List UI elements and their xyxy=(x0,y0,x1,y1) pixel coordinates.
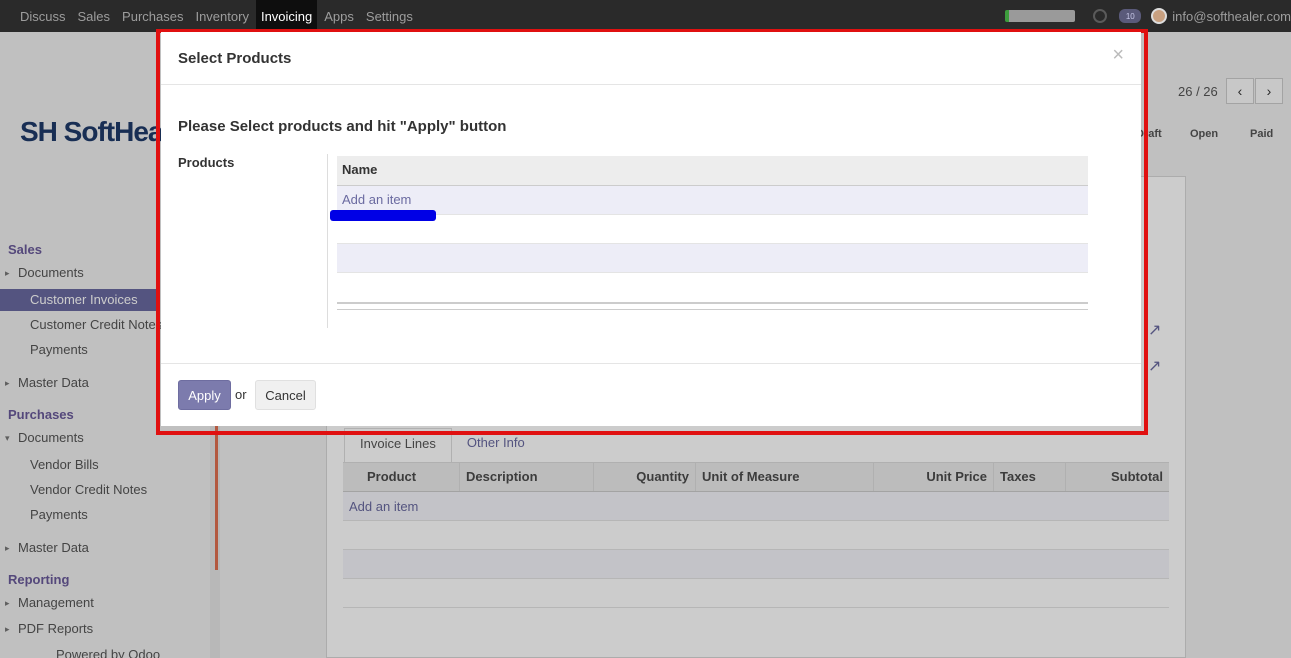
avatar[interactable] xyxy=(1151,8,1168,24)
apply-button[interactable]: Apply xyxy=(178,380,231,410)
add-item-link[interactable]: Add an item xyxy=(342,192,411,207)
messages-icon[interactable]: 10 xyxy=(1119,9,1142,23)
top-navbar: Discuss Sales Purchases Inventory Invoic… xyxy=(0,0,1291,32)
cancel-button[interactable]: Cancel xyxy=(255,380,316,410)
blue-underline-annotation xyxy=(330,210,436,221)
menu-inventory[interactable]: Inventory xyxy=(190,0,253,32)
menu-settings[interactable]: Settings xyxy=(361,0,418,32)
menu-purchases[interactable]: Purchases xyxy=(117,0,188,32)
messages-count: 10 xyxy=(1125,11,1135,21)
user-email[interactable]: info@softhealer.com xyxy=(1172,9,1291,24)
instruction-text: Please Select products and hit "Apply" b… xyxy=(178,118,507,135)
close-icon[interactable]: × xyxy=(1112,44,1124,67)
menu-invoicing[interactable]: Invoicing xyxy=(255,0,318,32)
activity-clock-icon[interactable] xyxy=(1093,9,1108,23)
modal-title: Select Products xyxy=(178,50,292,67)
modal-header: Select Products × xyxy=(161,32,1141,85)
select-products-dialog: Select Products × Please Select products… xyxy=(161,32,1141,426)
main-menu: Discuss Sales Purchases Inventory Invoic… xyxy=(0,0,420,32)
products-field-label: Products xyxy=(178,155,235,170)
menu-apps[interactable]: Apps xyxy=(319,0,359,32)
modal-footer: Apply or Cancel xyxy=(161,363,1141,426)
table-footer xyxy=(337,302,1088,310)
table-row xyxy=(337,244,1088,273)
products-table: Name Add an item xyxy=(337,156,1088,310)
column-name[interactable]: Name xyxy=(337,156,1088,186)
table-row xyxy=(337,273,1088,302)
field-divider xyxy=(327,154,328,328)
table-row xyxy=(337,215,1088,244)
menu-discuss[interactable]: Discuss xyxy=(15,0,71,32)
add-item-row: Add an item xyxy=(337,186,1088,215)
or-text: or xyxy=(235,387,247,402)
navbar-right: 10 info@softhealer.com xyxy=(1005,0,1291,32)
menu-sales[interactable]: Sales xyxy=(73,0,116,32)
onboarding-progress-bar[interactable] xyxy=(1005,10,1076,22)
